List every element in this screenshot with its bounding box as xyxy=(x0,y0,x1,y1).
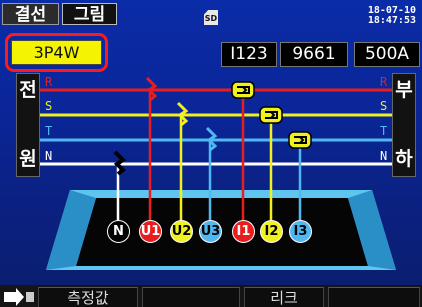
line-label-r-right: R xyxy=(380,75,388,89)
clip-icon-n xyxy=(113,150,127,176)
terminal-u1: U1 xyxy=(139,220,162,243)
terminal-i1: I1 xyxy=(232,220,255,243)
line-label-n-left: N xyxy=(45,149,52,163)
terminal-i3: I3 xyxy=(289,220,312,243)
line-label-t-left: T xyxy=(45,124,52,138)
terminal-n: N xyxy=(107,220,130,243)
wiring-screen: 결선 그림 SD 18-07-10 18:47:53 3P4W I123 966… xyxy=(0,0,422,307)
line-label-n-right: N xyxy=(380,149,387,163)
line-label-s-right: S xyxy=(380,99,387,113)
wiring-diagram: R S T N R S T N xyxy=(40,75,396,270)
terminal-i2: I2 xyxy=(260,220,283,243)
function-button-4[interactable] xyxy=(328,287,420,307)
terminal-u2: U2 xyxy=(170,220,193,243)
menu-arrow-icon[interactable] xyxy=(2,288,36,306)
terminal-u3: U3 xyxy=(199,220,222,243)
line-label-t-right: T xyxy=(380,124,387,138)
clamp-icon-i3 xyxy=(288,131,312,149)
function-button-2[interactable] xyxy=(142,287,240,307)
leak-button[interactable]: 리크 xyxy=(244,287,324,307)
line-label-s-left: S xyxy=(45,99,52,113)
clamp-icon-i2 xyxy=(259,106,283,124)
clamp-icon-i1 xyxy=(231,81,255,99)
measurement-button[interactable]: 측정값 xyxy=(38,287,138,307)
line-label-r-left: R xyxy=(45,75,53,89)
